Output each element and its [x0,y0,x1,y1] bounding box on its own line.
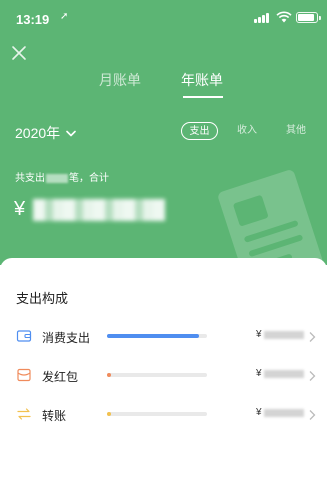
redacted-amount [263,408,304,417]
composition-title: 支出构成 [16,291,69,306]
amount-currency: ¥ [256,329,262,340]
location-arrow-icon: ➚ [60,11,69,22]
redacted-total [33,198,166,221]
total-currency: ¥ [14,198,26,220]
composition-name: 发红包 [42,370,79,384]
composition-row-red-packet[interactable]: 发红包 ¥ [0,362,327,390]
expense-composition-card: 支出构成 消费支出 ¥ 发红包 ¥ 转账 ¥ [0,258,327,500]
tab-yearly-bill[interactable]: 年账单 [181,70,223,90]
filter-income[interactable]: 收入 [237,122,257,140]
composition-row-consumption[interactable]: 消费支出 ¥ [0,323,327,351]
share-bar-fill [107,373,111,377]
type-filter: 支出 收入 其他 [0,122,327,142]
filter-expense[interactable]: 支出 [181,122,218,140]
transfer-icon [17,408,31,420]
cellular-signal-icon [254,13,272,23]
composition-amount: ¥ [256,407,304,418]
amount-currency: ¥ [256,407,262,418]
battery-icon [296,12,321,23]
amount-currency: ¥ [256,368,262,379]
close-icon[interactable] [10,44,28,62]
wallet-icon [16,330,32,342]
bill-header: 13:19 ➚ 月账单 年账单 2020年 支出 收入 其他 共支出 笔，合计 ¥ [0,0,327,265]
redacted-amount [263,330,304,339]
redacted-amount [263,369,304,378]
chevron-right-icon [309,371,316,381]
document-watermark-icon [218,170,323,265]
bill-period-tabs: 月账单 年账单 [0,70,327,100]
composition-name: 转账 [42,409,67,423]
tab-monthly-bill[interactable]: 月账单 [99,70,141,90]
share-bar [107,412,207,416]
share-bar-fill [107,334,199,338]
composition-amount: ¥ [256,368,304,379]
redacted-count [46,173,68,183]
summary-suffix: 笔，合计 [69,173,109,184]
share-bar-fill [107,412,111,416]
expense-summary: 共支出 笔，合计 [15,169,109,184]
active-tab-indicator [183,96,223,98]
share-bar [107,334,207,338]
chevron-right-icon [309,332,316,342]
summary-prefix: 共支出 [15,173,45,184]
wifi-icon [276,11,292,23]
red-packet-icon [17,368,31,382]
filter-other[interactable]: 其他 [286,122,306,140]
total-amount: ¥ [14,198,166,221]
chevron-right-icon [309,410,316,420]
share-bar [107,373,207,377]
composition-row-transfer[interactable]: 转账 ¥ [0,401,327,429]
composition-name: 消费支出 [42,331,91,345]
status-bar: 13:19 ➚ [0,0,327,36]
status-time: 13:19 [16,12,50,27]
composition-amount: ¥ [256,329,304,340]
